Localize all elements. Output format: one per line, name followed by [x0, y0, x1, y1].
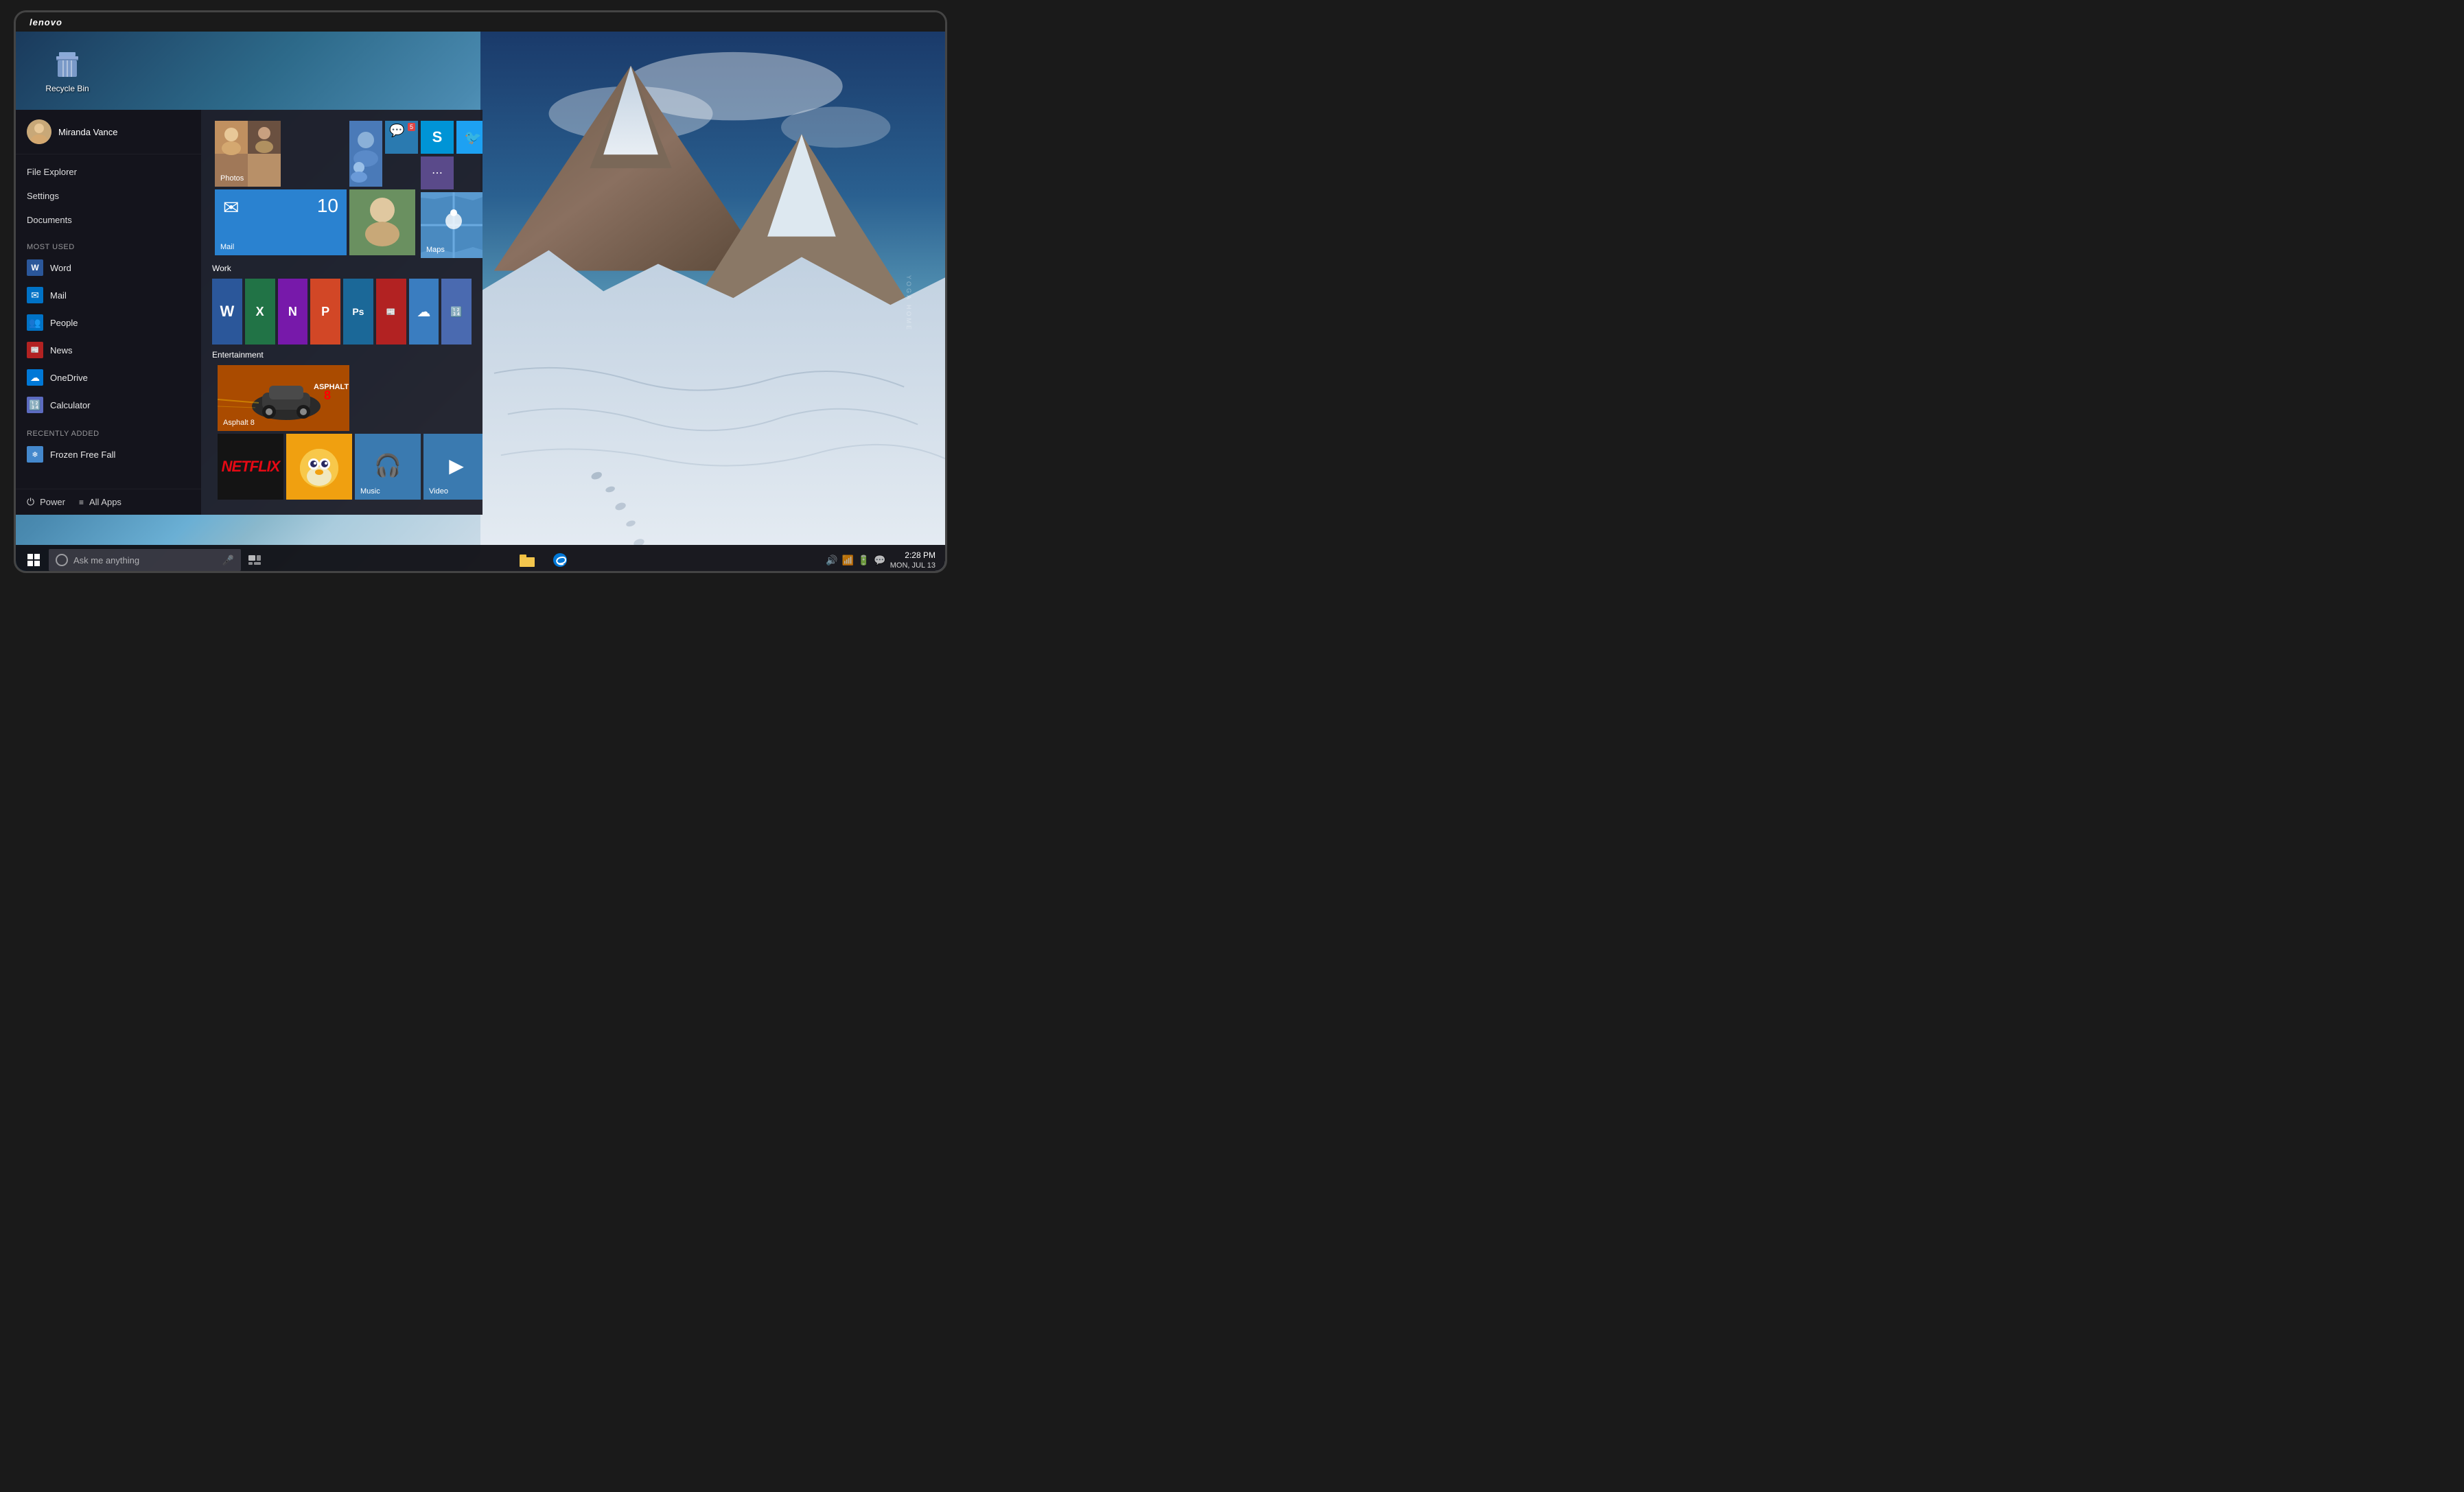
mail-icon: ✉	[27, 287, 43, 303]
alarms-tile[interactable]: ⋯	[421, 156, 454, 189]
photoshop-tile[interactable]: Ps	[343, 279, 373, 345]
device-frame: lenovo	[14, 10, 947, 573]
app-news[interactable]: 📰 News	[16, 336, 201, 364]
netflix-label: NETFLIX	[222, 458, 280, 476]
person-photo-tile[interactable]	[349, 189, 415, 255]
taskbar-file-explorer[interactable]	[512, 545, 542, 573]
power-icon: ⏻	[27, 496, 34, 508]
yoga-home-label: YOGA Home	[905, 275, 912, 331]
word-icon: W	[27, 259, 43, 276]
mail-tile[interactable]: ✉ 10 Mail	[215, 189, 347, 255]
app-onedrive[interactable]: ☁ OneDrive	[16, 364, 201, 391]
network-icon[interactable]: 📶	[841, 555, 853, 566]
documents-label: Documents	[27, 215, 72, 225]
nav-links: File Explorer Settings Documents	[16, 154, 201, 237]
desktop: Recycle Bin	[16, 32, 945, 545]
start-menu-left: Miranda Vance File Explorer Settings D	[16, 110, 201, 515]
music-tile[interactable]: 🎧 Music	[355, 434, 421, 500]
file-explorer-link[interactable]: File Explorer	[16, 160, 201, 184]
maps-label: Maps	[426, 246, 445, 254]
calculator-work-tile[interactable]: 🔢	[441, 279, 472, 345]
word-tile[interactable]: W	[212, 279, 242, 345]
all-apps-button[interactable]: ≡ All Apps	[79, 497, 121, 507]
taskbar-apps	[268, 545, 819, 573]
cortana-search-icon	[56, 554, 68, 566]
onenote-tile[interactable]: N	[278, 279, 308, 345]
netflix-tile[interactable]: NETFLIX	[218, 434, 283, 500]
app-calculator[interactable]: 🔢 Calculator	[16, 391, 201, 419]
file-explorer-label: File Explorer	[27, 167, 77, 177]
frozen-icon: ❄	[27, 446, 43, 463]
bottom-controls: ⏻ Power ≡ All Apps	[16, 489, 201, 515]
taskbar: Ask me anything 🎤	[16, 545, 945, 573]
recycle-bin[interactable]: Recycle Bin	[43, 45, 91, 93]
twitter-tile[interactable]: 🐦	[456, 121, 483, 154]
contacts-tile[interactable]	[349, 121, 382, 187]
entertainment-tiles: Disney Disney	[212, 365, 472, 500]
task-view-button[interactable]	[241, 545, 268, 573]
most-used-label: Most used	[16, 237, 201, 254]
start-tiles: Welcome Miranda! How can I help you toda…	[201, 110, 483, 515]
recently-added-label: Recently added	[16, 424, 201, 441]
music-label: Music	[360, 487, 380, 496]
clock-time: 2:28 PM	[890, 550, 935, 561]
search-placeholder: Ask me anything	[73, 555, 217, 566]
app-mail[interactable]: ✉ Mail	[16, 281, 201, 309]
asphalt-label: Asphalt 8	[223, 419, 255, 427]
onedrive-icon: ☁	[27, 369, 43, 386]
entertainment-section-label: Entertainment	[212, 350, 472, 360]
recycle-bin-label: Recycle Bin	[45, 84, 89, 93]
start-menu: Miranda Vance File Explorer Settings D	[16, 110, 483, 515]
skype-tile[interactable]: S	[421, 121, 454, 154]
chat-tile[interactable]: 💬 5	[385, 121, 418, 154]
asphalt-tile[interactable]: ASPHALT 8 Asphalt 8	[218, 365, 349, 431]
clock-date: MON, JUL 13	[890, 561, 935, 570]
svg-text:8: 8	[324, 388, 331, 402]
notification-icon[interactable]: 💬	[874, 555, 885, 566]
excel-tile[interactable]: X	[245, 279, 275, 345]
app-frozen[interactable]: ❄ Frozen Free Fall	[16, 441, 201, 468]
volume-icon[interactable]: 🔊	[826, 555, 837, 566]
video-tile[interactable]: ▶ Video	[423, 434, 483, 500]
people-icon: 👥	[27, 314, 43, 331]
avatar	[27, 119, 51, 144]
app-word[interactable]: W Word	[16, 254, 201, 281]
mic-icon: 🎤	[222, 555, 234, 566]
video-label: Video	[429, 487, 448, 496]
system-tray: 🔊 📶 🔋 💬 2:28 PM MON, JUL 13	[819, 550, 942, 570]
mail-count: 10	[317, 195, 338, 217]
maps-tile[interactable]: Maps	[421, 192, 483, 258]
cortana-search[interactable]: Ask me anything 🎤	[49, 549, 241, 571]
screen: Recycle Bin	[16, 32, 945, 573]
photos-label: Photos	[220, 174, 244, 183]
lenovo-logo: lenovo	[30, 17, 62, 27]
start-button[interactable]	[19, 545, 49, 573]
device-top-bar: lenovo	[16, 12, 945, 32]
news-icon: 📰	[27, 342, 43, 358]
recycle-bin-icon	[49, 45, 85, 81]
user-name: Miranda Vance	[58, 127, 117, 137]
user-section[interactable]: Miranda Vance	[16, 110, 201, 154]
powerpoint-tile[interactable]: P	[310, 279, 340, 345]
taskbar-clock[interactable]: 2:28 PM MON, JUL 13	[890, 550, 935, 570]
all-apps-icon: ≡	[79, 498, 84, 507]
mail-label: Mail	[220, 243, 234, 251]
news-reader-tile[interactable]: 📰	[376, 279, 406, 345]
onedrive-work-tile[interactable]: ☁	[409, 279, 439, 345]
calculator-icon: 🔢	[27, 397, 43, 413]
top-tiles-row: Welcome Miranda! How can I help you toda…	[212, 121, 472, 258]
work-section-label: Work	[212, 264, 472, 273]
work-tiles: W X N P Ps	[212, 279, 472, 345]
photos-tile[interactable]: Photos	[215, 121, 281, 187]
power-button[interactable]: ⏻ Power	[27, 496, 65, 508]
settings-link[interactable]: Settings	[16, 184, 201, 208]
settings-label: Settings	[27, 191, 59, 201]
battery-icon[interactable]: 🔋	[858, 555, 870, 566]
svg-text:ASPHALT: ASPHALT	[314, 383, 349, 391]
taskbar-edge[interactable]	[545, 545, 575, 573]
documents-link[interactable]: Documents	[16, 208, 201, 232]
app-people[interactable]: 👥 People	[16, 309, 201, 336]
birds-tile[interactable]	[286, 434, 352, 500]
